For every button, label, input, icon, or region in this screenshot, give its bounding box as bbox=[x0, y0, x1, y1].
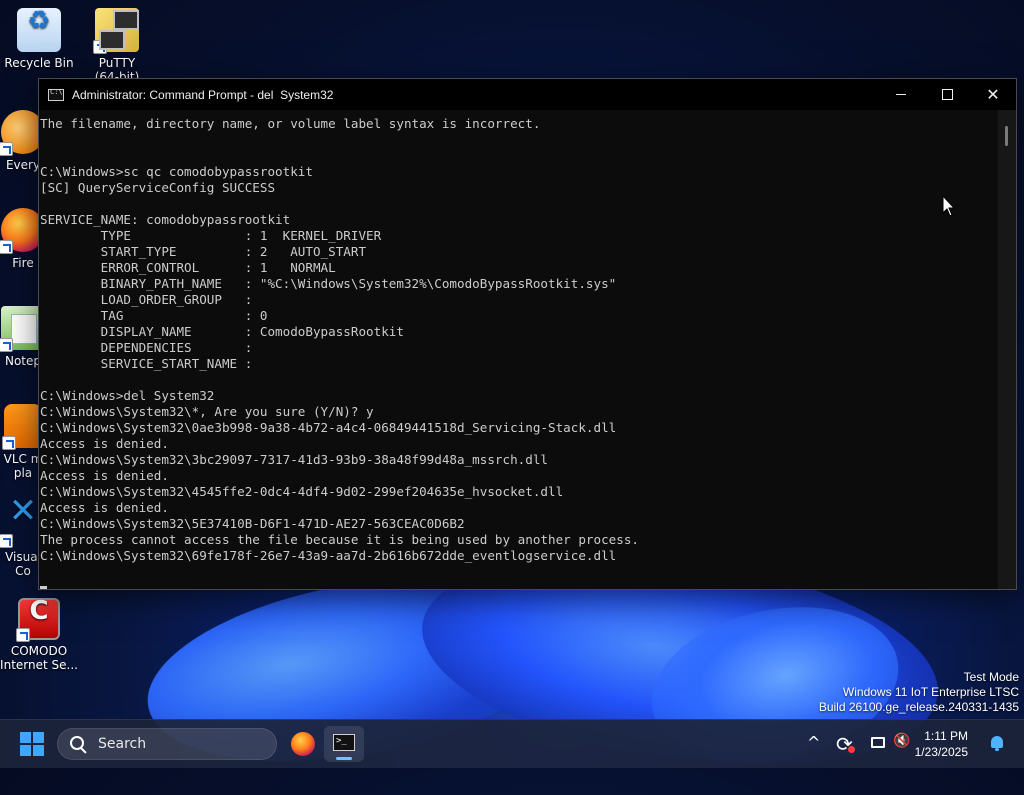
shortcut-arrow-icon bbox=[0, 142, 13, 156]
test-mode-watermark: Test Mode Windows 11 IoT Enterprise LTSC… bbox=[819, 670, 1019, 715]
clock-time: 1:11 PM bbox=[924, 729, 968, 743]
volume-muted-icon[interactable] bbox=[893, 733, 913, 754]
window-titlebar[interactable]: Administrator: Command Prompt - del Syst… bbox=[39, 79, 1016, 110]
desktop-icon-label: COMODO Internet Se... bbox=[0, 644, 78, 672]
shortcut-arrow-icon bbox=[0, 240, 13, 254]
taskbar: Search 1:11 PM 1/23/2025 bbox=[0, 719, 1024, 768]
sync-icon[interactable] bbox=[835, 732, 855, 756]
windows-logo-icon bbox=[33, 745, 44, 756]
start-button[interactable] bbox=[20, 732, 44, 756]
vlc-icon bbox=[2, 404, 42, 450]
clock-date: 1/23/2025 bbox=[914, 745, 968, 759]
shortcut-arrow-icon bbox=[16, 628, 30, 642]
console-output[interactable]: The filename, directory name, or volume … bbox=[39, 110, 998, 589]
network-icon[interactable] bbox=[868, 734, 888, 754]
console-cursor bbox=[40, 586, 47, 589]
desktop-icon-label: Recycle Bin bbox=[4, 56, 74, 70]
windows-logo-icon bbox=[20, 745, 31, 756]
shortcut-arrow-icon bbox=[2, 436, 16, 450]
minimize-button[interactable] bbox=[878, 79, 924, 110]
notification-bell-icon[interactable] bbox=[988, 734, 1006, 752]
recycle-bin-icon bbox=[17, 8, 61, 52]
search-icon bbox=[68, 734, 88, 754]
maximize-button[interactable] bbox=[924, 79, 970, 110]
windows-logo-icon bbox=[20, 732, 31, 743]
desktop-icon-recycle-bin[interactable]: Recycle Bin bbox=[0, 8, 80, 70]
firefox-icon bbox=[291, 732, 315, 756]
terminal-icon bbox=[333, 734, 355, 751]
shortcut-arrow-icon bbox=[0, 338, 13, 352]
taskbar-firefox[interactable] bbox=[283, 726, 323, 762]
putty-icon bbox=[93, 8, 139, 54]
windows-logo-icon bbox=[33, 732, 44, 743]
desktop-icon-comodo[interactable]: COMODO Internet Se... bbox=[0, 598, 80, 672]
taskbar-clock[interactable]: 1:11 PM 1/23/2025 bbox=[915, 728, 968, 760]
command-prompt-icon bbox=[48, 88, 64, 101]
scrollbar-thumb[interactable] bbox=[1005, 126, 1008, 146]
console-scrollbar[interactable] bbox=[998, 110, 1016, 589]
taskbar-search-box[interactable]: Search bbox=[57, 728, 277, 760]
console-text: The filename, directory name, or volume … bbox=[40, 116, 639, 563]
maximize-icon bbox=[941, 89, 953, 100]
show-hidden-icons-button[interactable] bbox=[805, 733, 821, 752]
active-app-indicator bbox=[336, 757, 352, 760]
shortcut-arrow-icon bbox=[0, 534, 13, 548]
search-placeholder: Search bbox=[98, 736, 147, 752]
watermark-line: Test Mode bbox=[963, 670, 1019, 684]
window-controls: ✕ bbox=[878, 79, 1016, 110]
comodo-icon bbox=[16, 598, 60, 642]
close-icon: ✕ bbox=[986, 84, 1000, 104]
shortcut-arrow-icon bbox=[93, 40, 107, 54]
desktop-icon-putty[interactable]: PuTTY (64-bit) bbox=[76, 8, 158, 84]
close-button[interactable]: ✕ bbox=[970, 79, 1016, 110]
watermark-line: Windows 11 IoT Enterprise LTSC bbox=[842, 685, 1019, 699]
taskbar-command-prompt[interactable] bbox=[324, 726, 364, 762]
watermark-line: Build 26100.ge_release.240331-1435 bbox=[818, 700, 1019, 714]
command-prompt-window[interactable]: Administrator: Command Prompt - del Syst… bbox=[38, 78, 1017, 590]
window-title: Administrator: Command Prompt - del Syst… bbox=[72, 87, 334, 102]
minimize-icon bbox=[896, 94, 906, 95]
